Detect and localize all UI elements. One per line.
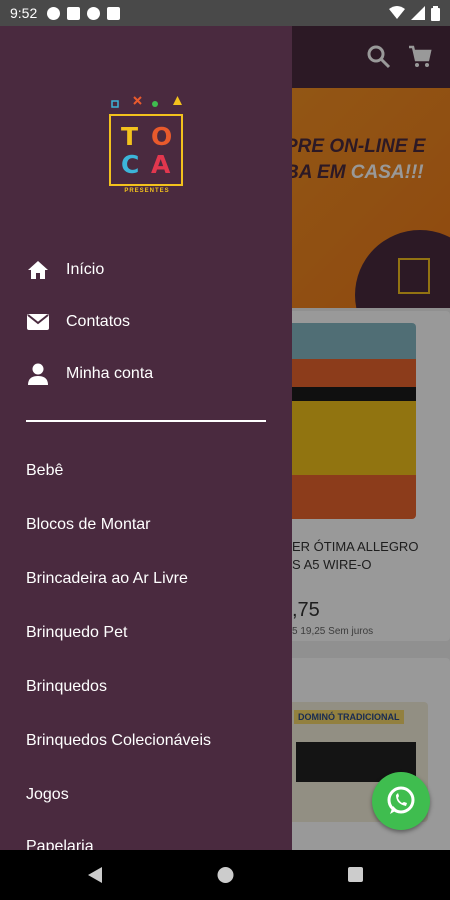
category-item[interactable]: Blocos de Montar xyxy=(26,516,151,534)
notification-icon xyxy=(47,6,61,20)
nav-item-contatos[interactable]: Contatos xyxy=(26,307,130,337)
navigation-drawer: T O C A PRESENTES Início Contatos Minha … xyxy=(0,26,292,850)
store-logo: T O C A PRESENTES xyxy=(105,92,187,200)
status-time: 9:52 xyxy=(10,5,38,21)
category-item[interactable]: Jogos xyxy=(26,786,69,804)
logo-square-decoration xyxy=(111,100,119,108)
logo-letter: O xyxy=(151,122,173,151)
system-nav-bar xyxy=(0,850,450,900)
home-icon xyxy=(26,258,50,282)
category-item[interactable]: Brinquedo Pet xyxy=(26,624,127,642)
user-icon xyxy=(26,362,50,386)
nav-item-minha-conta[interactable]: Minha conta xyxy=(26,359,153,389)
logo-letter: C xyxy=(121,150,140,179)
whatsapp-button[interactable] xyxy=(372,772,430,830)
nav-item-label: Minha conta xyxy=(66,365,154,382)
logo-cross-decoration xyxy=(133,96,142,105)
battery-icon xyxy=(431,5,440,21)
app-notification-icon xyxy=(87,6,101,20)
category-item[interactable]: Bebê xyxy=(26,462,63,480)
whatsapp-icon xyxy=(387,786,415,814)
logo-triangle-decoration xyxy=(173,96,182,105)
back-icon[interactable] xyxy=(86,865,104,885)
recents-icon[interactable] xyxy=(347,865,364,885)
category-item[interactable]: Brinquedos Colecionáveis xyxy=(26,732,211,750)
category-item[interactable]: Brinquedos xyxy=(26,678,107,696)
nav-item-label: Início xyxy=(66,261,105,278)
sim-card-icon xyxy=(107,6,121,20)
envelope-icon xyxy=(26,310,50,334)
wifi-icon xyxy=(389,6,405,19)
home-button-icon[interactable] xyxy=(216,865,235,885)
drawer-divider xyxy=(26,420,266,422)
logo-letter: A xyxy=(151,150,171,179)
logo-dot-decoration xyxy=(152,101,158,107)
nav-item-inicio[interactable]: Início xyxy=(26,255,104,285)
app-notification-icon xyxy=(67,6,81,20)
nav-item-label: Contatos xyxy=(66,313,131,330)
signal-icon xyxy=(411,6,425,20)
logo-letter: T xyxy=(121,122,139,151)
category-item[interactable]: Brincadeira ao Ar Livre xyxy=(26,570,188,588)
status-bar: 9:52 xyxy=(0,0,450,26)
logo-subtitle: PRESENTES xyxy=(124,188,170,194)
category-item[interactable]: Papelaria xyxy=(26,838,94,850)
